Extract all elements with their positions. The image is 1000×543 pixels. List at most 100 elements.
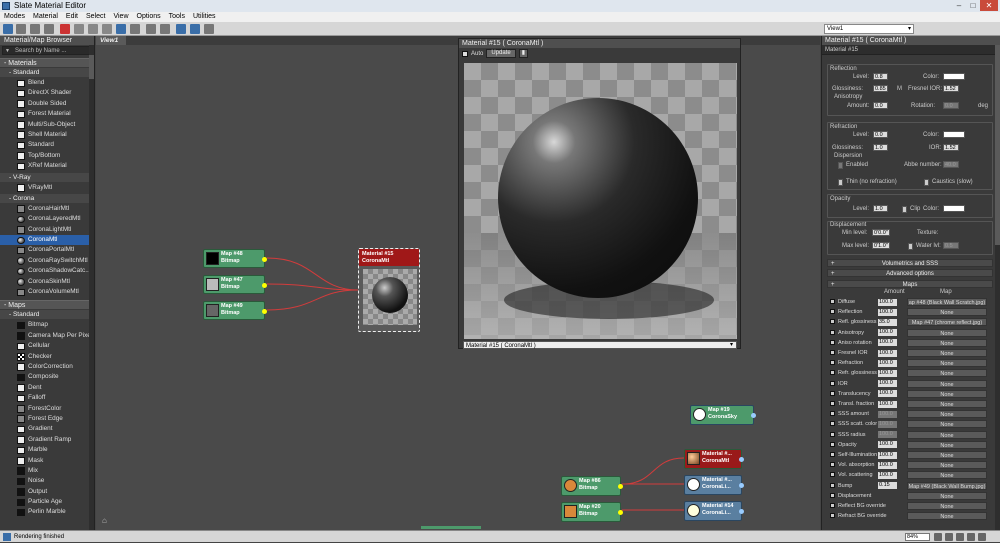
auto-checkbox[interactable] [462,50,468,57]
map-slot-button[interactable]: None [907,410,987,419]
abbe-field[interactable]: 40.0 [943,161,959,168]
opacity-level-field[interactable]: 1.0 [873,205,888,212]
output-port[interactable] [262,309,267,314]
map-enable-checkbox[interactable] [830,452,835,457]
map-amount-field[interactable]: 100.0 [878,329,897,337]
browser-item[interactable]: CoronaLayeredMtl [0,214,94,224]
browser-item[interactable]: Double Sided [0,99,94,109]
map-slot-button[interactable]: None [907,359,987,368]
map-enable-checkbox[interactable] [830,441,835,447]
output-port[interactable] [751,413,756,418]
ior-field[interactable]: 1.52 [943,144,959,151]
dispersion-enabled-checkbox[interactable] [838,162,843,169]
browser-item[interactable]: Checker [0,352,94,362]
map-enable-checkbox[interactable] [830,482,835,488]
show-map-icon[interactable] [102,24,112,34]
node-map-20[interactable]: Map #20 Bitmap [561,502,623,522]
put-material-icon[interactable] [30,24,40,34]
map-enable-checkbox[interactable] [830,309,835,315]
pin-icon[interactable]: ▮ [518,49,529,58]
show-browser-icon[interactable] [176,24,186,34]
node-map-48[interactable]: Map #48 Bitmap [203,249,267,268]
map-slot-button[interactable]: None [907,389,987,398]
browser-item[interactable]: VRayMtl [0,183,94,193]
map-slot-button[interactable]: None [907,308,987,317]
browser-item[interactable]: Gradient Ramp [0,435,94,445]
map-amount-field[interactable]: 100.0 [878,400,897,408]
browser-item[interactable]: Dent [0,383,94,393]
section-materials[interactable]: - Materials [0,58,94,67]
section-vray[interactable]: - V-Ray [0,172,94,182]
map-slot-button[interactable]: None [907,349,987,357]
hide-unused-icon[interactable] [88,24,98,34]
view-select[interactable]: View1 [824,24,914,34]
map-enable-checkbox[interactable] [830,513,835,519]
browser-item[interactable]: CoronaRaySwitchMtl [0,256,94,266]
output-port[interactable] [262,257,267,262]
node-map-47[interactable]: Map #47 Bitmap [203,275,267,294]
layout-all-icon[interactable] [116,24,126,34]
browser-item[interactable]: CoronaHairMtl [0,204,94,214]
opacity-color-swatch[interactable] [943,205,965,212]
map-slot-button[interactable]: None [907,328,987,337]
rollout-advanced[interactable]: Advanced options [827,269,993,278]
browser-item[interactable]: XRef Material [0,161,94,171]
map-amount-field[interactable]: 100.0 [878,451,897,459]
navigator-icon[interactable]: ⌂ [102,516,107,525]
disp-max-field[interactable]: 0'1.0" [872,242,890,249]
browser-item[interactable]: DirectX Shader [0,88,94,98]
map-amount-field[interactable]: 100.0 [878,390,897,398]
browser-item[interactable]: CoronaVolumeMtl [0,287,94,297]
map-amount-field[interactable]: 100.0 [878,431,897,439]
node-map-19[interactable]: Map #19 CoronaSky [690,405,756,425]
browser-item[interactable]: CoronaShadowCatc... [0,266,94,276]
pick-material-icon[interactable] [16,24,26,34]
browser-item[interactable]: CoronaMtl [0,235,94,246]
browser-item[interactable]: Marble [0,445,94,455]
preview-material-select[interactable]: Material #15 ( CoronaMtl ) [463,341,737,349]
browser-item[interactable]: Mask [0,456,94,466]
map-amount-field[interactable]: 100.0 [878,339,897,347]
menu-tools[interactable]: Tools [165,12,189,22]
water-level-checkbox[interactable] [908,243,913,250]
assign-material-icon[interactable] [44,24,54,34]
output-port[interactable] [739,483,744,488]
map-enable-checkbox[interactable] [830,411,835,417]
aniso-rotation-field[interactable]: 0.0 [943,102,959,109]
output-port[interactable] [262,283,267,288]
rollout-volumetrics[interactable]: Volumetrics and SSS [827,259,993,268]
browser-item[interactable]: Camera Map Per Pixel [0,331,94,341]
browser-item[interactable]: Forest Edge [0,414,94,424]
browser-item[interactable]: Bitmap [0,320,94,330]
map-enable-checkbox[interactable] [830,421,835,427]
map-amount-field[interactable]: 100.0 [878,359,897,367]
browser-item[interactable]: ColorCorrection [0,362,94,372]
map-enable-checkbox[interactable] [830,401,835,406]
browser-item[interactable]: Multi/Sub-Object [0,120,94,130]
map-slot-button[interactable]: None [907,369,987,378]
refr-color-swatch[interactable] [943,131,965,138]
refl-level-field[interactable]: 0.8 [873,73,888,80]
delete-icon[interactable] [60,24,70,34]
node-material-15[interactable]: Material #15 CoronaMtl [358,248,420,332]
map-enable-checkbox[interactable] [830,360,835,366]
rollout-maps[interactable]: Maps [827,280,993,289]
section-maps[interactable]: - Maps [0,300,94,310]
minimize-icon[interactable]: – [952,0,966,11]
map-slot-button[interactable]: None [907,430,987,439]
refl-color-swatch[interactable] [943,73,965,80]
output-port[interactable] [739,509,744,514]
output-port[interactable] [739,457,744,462]
browser-item[interactable]: Falloff [0,393,94,403]
output-port[interactable] [618,484,623,489]
map-slot-button[interactable]: None [907,461,987,470]
clip-checkbox[interactable] [902,206,907,213]
zoom-icon[interactable] [945,533,953,541]
menu-material[interactable]: Material [29,12,62,22]
map-enable-checkbox[interactable] [830,370,835,376]
map-amount-field[interactable]: 100.0 [878,420,897,428]
browser-item[interactable]: CoronaPortalMtl [0,245,94,255]
navigator-icon[interactable] [204,24,214,34]
map-amount-field[interactable]: 100.0 [878,380,897,388]
map-amount-field[interactable]: 100.0 [878,369,897,377]
